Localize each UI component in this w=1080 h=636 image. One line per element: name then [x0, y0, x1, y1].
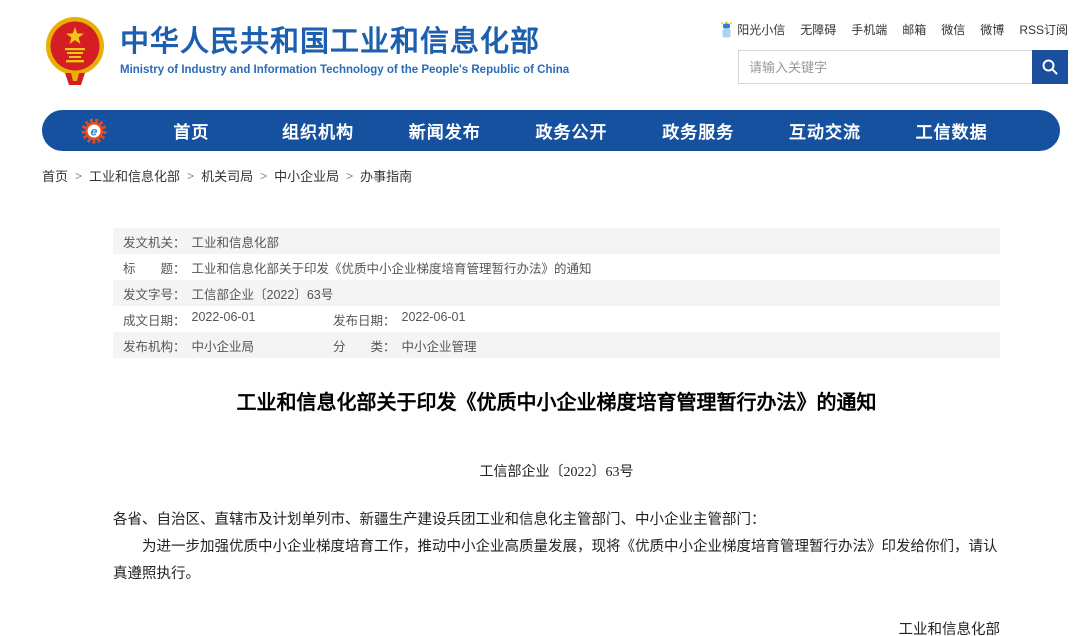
breadcrumb-miit[interactable]: 工业和信息化部 [89, 166, 180, 185]
meta-value: 工信部企业〔2022〕63号 [192, 284, 334, 303]
svg-text:e: e [91, 124, 98, 138]
breadcrumb-guide[interactable]: 办事指南 [360, 166, 412, 185]
meta-value: 2022-06-01 [402, 310, 466, 329]
meta-label: 标 题： [123, 258, 186, 277]
meta-row-title: 标 题： 工业和信息化部关于印发《优质中小企业梯度培育管理暂行办法》的通知 [113, 254, 1000, 280]
breadcrumb-separator: > [187, 169, 194, 183]
breadcrumb-separator: > [260, 169, 267, 183]
meta-value: 中小企业局 [192, 336, 255, 355]
meta-value: 中小企业管理 [402, 336, 477, 355]
doc-meta-table: 发文机关： 工业和信息化部 标 题： 工业和信息化部关于印发《优质中小企业梯度培… [113, 228, 1000, 358]
article-paragraph: 为进一步加强优质中小企业梯度培育工作，推动中小企业高质量发展，现将《优质中小企业… [113, 534, 1000, 588]
article-body: 各省、自治区、直辖市及计划单列市、新疆生产建设兵团工业和信息化主管部门、中小企业… [113, 507, 1000, 587]
meta-label: 发文机关： [123, 232, 186, 251]
quick-link-accessibility[interactable]: 无障碍 [800, 21, 836, 38]
breadcrumb-home[interactable]: 首页 [42, 166, 68, 185]
nav-item-gov-info[interactable]: 政务公开 [508, 118, 635, 143]
document-content: 发文机关： 工业和信息化部 标 题： 工业和信息化部关于印发《优质中小企业梯度培… [113, 228, 1000, 636]
quick-link-label: 阳光小信 [737, 21, 785, 38]
nav-item-news[interactable]: 新闻发布 [381, 118, 508, 143]
meta-label: 发布机构： [123, 336, 186, 355]
breadcrumb-sme-bureau[interactable]: 中小企业局 [274, 166, 339, 185]
nav-item-gov-service[interactable]: 政务服务 [635, 118, 762, 143]
quick-link-sunshine[interactable]: 阳光小信 [719, 21, 785, 38]
search-bar [738, 50, 1068, 84]
meta-value: 工业和信息化部关于印发《优质中小企业梯度培育管理暂行办法》的通知 [192, 258, 592, 277]
quick-links: 阳光小信 无障碍 手机端 邮箱 微信 微博 RSS订阅 [719, 21, 1068, 38]
quick-link-weibo[interactable]: 微博 [980, 21, 1004, 38]
article-title: 工业和信息化部关于印发《优质中小企业梯度培育管理暂行办法》的通知 [113, 386, 1000, 415]
meta-label: 分 类： [333, 336, 396, 355]
article-doc-number: 工信部企业〔2022〕63号 [113, 461, 1000, 481]
quick-link-mobile[interactable]: 手机端 [851, 21, 887, 38]
site-subtitle: Ministry of Industry and Information Tec… [120, 64, 569, 76]
main-nav: e 首页 组织机构 新闻发布 政务公开 政务服务 互动交流 工信数据 [42, 110, 1060, 151]
breadcrumb-separator: > [75, 169, 82, 183]
nav-items: 首页 组织机构 新闻发布 政务公开 政务服务 互动交流 工信数据 [128, 118, 1015, 143]
meta-row-dates: 成文日期： 2022-06-01 发布日期： 2022-06-01 [113, 306, 1000, 332]
miit-gear-logo-icon: e [80, 117, 108, 145]
quick-link-mail[interactable]: 邮箱 [902, 21, 926, 38]
article-paragraph: 各省、自治区、直辖市及计划单列市、新疆生产建设兵团工业和信息化主管部门、中小企业… [113, 507, 1000, 534]
quick-link-label: 微信 [941, 21, 965, 38]
national-emblem-icon [42, 15, 108, 85]
article-signature: 工业和信息化部 2022年6月1日 [113, 617, 1000, 636]
meta-value: 工业和信息化部 [192, 232, 280, 251]
nav-item-home[interactable]: 首页 [128, 118, 255, 143]
breadcrumb-separator: > [346, 169, 353, 183]
breadcrumb-departments[interactable]: 机关司局 [201, 166, 253, 185]
page: 中华人民共和国工业和信息化部 Ministry of Industry and … [0, 0, 1080, 636]
quick-link-rss[interactable]: RSS订阅 [1019, 21, 1068, 38]
quick-link-label: 微博 [980, 21, 1004, 38]
site-title: 中华人民共和国工业和信息化部 [120, 27, 569, 59]
meta-row-publisher-category: 发布机构： 中小企业局 分 类： 中小企业管理 [113, 332, 1000, 358]
quick-link-label: 邮箱 [902, 21, 926, 38]
nav-item-organization[interactable]: 组织机构 [255, 118, 382, 143]
signature-org: 工业和信息化部 [113, 617, 1000, 636]
nav-item-data[interactable]: 工信数据 [888, 118, 1015, 143]
meta-value: 2022-06-01 [192, 310, 256, 329]
mascot-icon [719, 21, 734, 38]
quick-link-label: RSS订阅 [1019, 21, 1068, 38]
quick-link-label: 无障碍 [800, 21, 836, 38]
search-button[interactable] [1032, 50, 1068, 84]
meta-label: 发布日期： [333, 310, 396, 329]
meta-label: 成文日期： [123, 310, 186, 329]
quick-link-wechat[interactable]: 微信 [941, 21, 965, 38]
breadcrumb: 首页 > 工业和信息化部 > 机关司局 > 中小企业局 > 办事指南 [42, 166, 412, 185]
meta-row-issuing-agency: 发文机关： 工业和信息化部 [113, 228, 1000, 254]
site-title-block: 中华人民共和国工业和信息化部 Ministry of Industry and … [120, 27, 569, 76]
nav-item-interaction[interactable]: 互动交流 [762, 118, 889, 143]
meta-label: 发文字号： [123, 284, 186, 303]
meta-row-doc-number: 发文字号： 工信部企业〔2022〕63号 [113, 280, 1000, 306]
search-icon [1041, 58, 1059, 76]
search-input[interactable] [739, 51, 1032, 83]
quick-link-label: 手机端 [851, 21, 887, 38]
